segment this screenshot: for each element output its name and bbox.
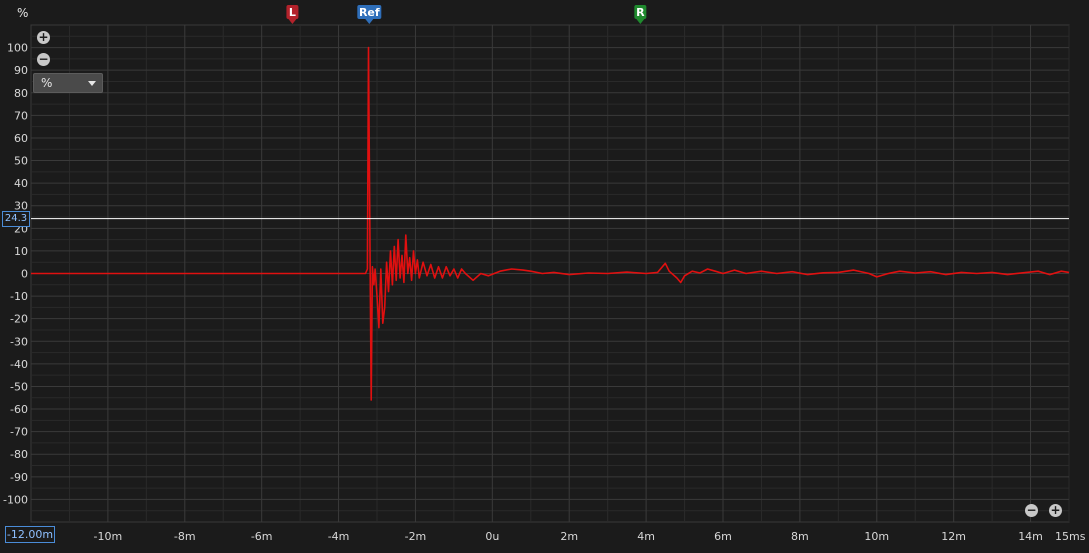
x-tick-label: 6m [714,530,732,543]
chevron-down-icon [88,81,96,86]
marker-label: R [636,6,645,19]
y-tick-label: -90 [10,471,28,484]
x-tick-label: 12m [941,530,966,543]
y-tick-label: 60 [14,132,28,145]
y-tick-label: 90 [14,64,28,77]
x-tick-label: -2m [405,530,427,543]
x-tick-label: 2m [560,530,578,543]
y-tick-label: 0 [21,268,28,281]
zoom-in-x-icon[interactable]: + [1049,504,1062,517]
x-tick-label: 4m [637,530,655,543]
y-tick-label: -20 [10,313,28,326]
zoom-in-icon[interactable]: + [37,31,50,44]
y-tick-label: -70 [10,426,28,439]
y-tick-label: -50 [10,380,28,393]
y-tick-label: -60 [10,403,28,416]
y-tick-label: -80 [10,448,28,461]
unit-select[interactable]: % [33,73,103,93]
x-tick-label: -4m [328,530,350,543]
marker-label: L [289,6,296,19]
y-tick-label: 10 [14,245,28,258]
unit-select-value: % [41,76,53,90]
y-axis-unit-label: % [17,6,29,20]
x-tick-label: 8m [791,530,809,543]
y-tick-label: 100 [7,42,28,55]
x-tick-label: 15ms [1055,530,1086,543]
y-tick-label: 50 [14,155,28,168]
y-tick-label: 40 [14,177,28,190]
y-tick-label: -40 [10,358,28,371]
x-tick-label: 10m [864,530,889,543]
marker-label: Ref [359,6,380,19]
cursor-value-readout[interactable]: 24.3 [2,211,30,227]
y-tick-label: -100 [3,493,28,506]
y-tick-label: -30 [10,335,28,348]
x-tick-label: 0u [485,530,499,543]
zoom-out-icon[interactable]: − [37,53,50,66]
x-tick-label: -6m [251,530,273,543]
start-time-field[interactable]: -12.00m [5,526,55,543]
x-tick-label: -8m [174,530,196,543]
y-tick-label: 80 [14,87,28,100]
y-tick-label: 70 [14,109,28,122]
y-tick-label: -10 [10,290,28,303]
x-tick-label: -10m [94,530,123,543]
zoom-out-x-icon[interactable]: − [1025,504,1038,517]
x-tick-label: 14m [1018,530,1043,543]
impulse-response-chart[interactable]: 1009080706050403020100-10-20-30-40-50-60… [0,0,1089,553]
